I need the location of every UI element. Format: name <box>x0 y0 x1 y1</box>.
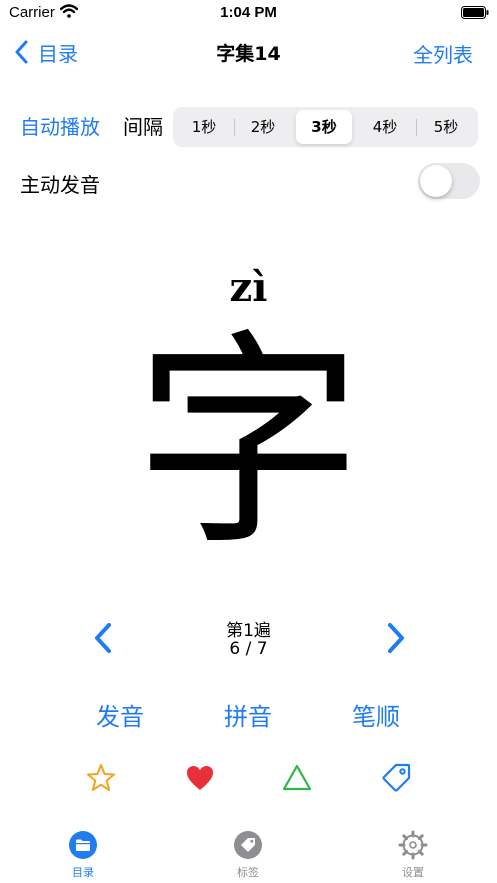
tab-bar: 目录 标签 设置 <box>0 826 497 883</box>
marker-icon-row <box>0 760 497 796</box>
tab-settings[interactable]: 设置 <box>368 830 458 880</box>
tab-catalog-label: 目录 <box>72 866 94 879</box>
auto-speak-label: 主动发音 <box>20 173 100 197</box>
autoplay-row: 自动播放 间隔 1秒 2秒 3秒 4秒 5秒 <box>0 104 497 147</box>
folder-icon <box>69 831 97 859</box>
triangle-outline-icon[interactable] <box>281 762 313 794</box>
tag-icon <box>234 831 262 859</box>
interval-option-3s[interactable]: 3秒 <box>296 110 352 144</box>
stroke-order-button[interactable]: 笔顺 <box>326 697 426 732</box>
gear-icon <box>398 830 428 860</box>
auto-speak-toggle[interactable] <box>418 163 480 199</box>
tab-tags[interactable]: 标签 <box>203 830 293 880</box>
navigation-bar: 目录 字集14 全列表 <box>0 30 497 74</box>
toggle-knob <box>420 165 452 197</box>
tag-outline-icon[interactable] <box>380 762 412 794</box>
position-counter: 6 / 7 <box>229 639 268 659</box>
pronounce-button[interactable]: 发音 <box>70 697 170 732</box>
tab-settings-label: 设置 <box>402 866 424 879</box>
interval-label: 间隔 <box>123 115 163 139</box>
pager: 第1遍 6 / 7 <box>0 614 497 664</box>
status-bar: Carrier 1:04 PM <box>0 0 497 26</box>
auto-speak-row: 主动发音 <box>0 160 497 202</box>
interval-option-1s[interactable]: 1秒 <box>176 110 232 144</box>
battery-icon <box>461 6 489 19</box>
interval-option-5s[interactable]: 5秒 <box>418 110 474 144</box>
star-outline-icon[interactable] <box>85 762 117 794</box>
tab-tags-label: 标签 <box>237 866 259 879</box>
interval-option-4s[interactable]: 4秒 <box>357 110 413 144</box>
heart-filled-icon[interactable] <box>184 762 216 794</box>
interval-option-2s[interactable]: 2秒 <box>235 110 291 144</box>
clock: 1:04 PM <box>220 4 277 21</box>
pinyin-button[interactable]: 拼音 <box>198 697 298 732</box>
full-list-button[interactable]: 全列表 <box>413 39 473 68</box>
segment-divider <box>416 119 417 136</box>
pinyin-display: zì <box>229 264 268 311</box>
interval-segmented-control: 1秒 2秒 3秒 4秒 5秒 <box>173 107 478 147</box>
next-button[interactable] <box>385 622 407 654</box>
tab-catalog[interactable]: 目录 <box>38 830 128 880</box>
autoplay-button[interactable]: 自动播放 <box>20 111 100 140</box>
pass-count: 第1遍 <box>226 621 271 641</box>
action-row: 发音 拼音 笔顺 <box>0 697 497 733</box>
hanzi-display: 字 <box>134 310 363 576</box>
